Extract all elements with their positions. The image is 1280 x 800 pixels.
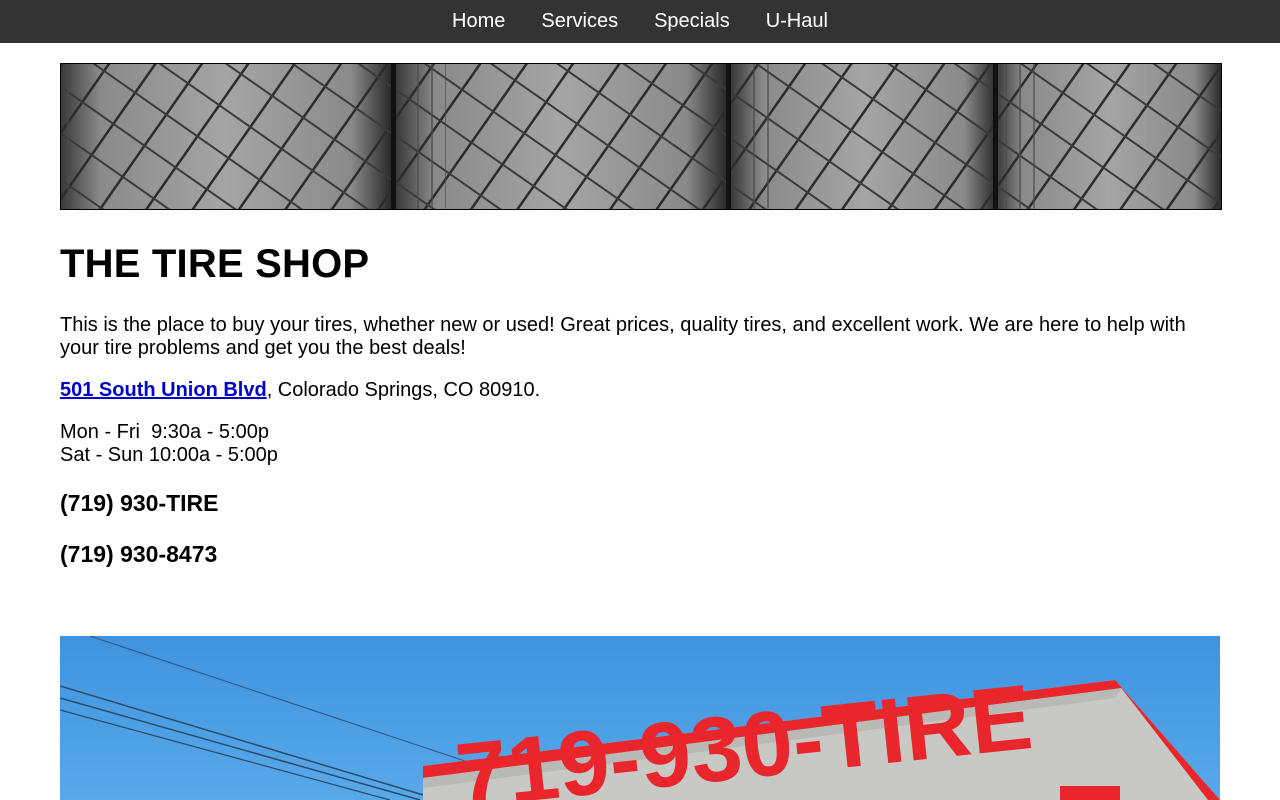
address-map-link[interactable]: 501 South Union Blvd (60, 379, 267, 401)
hours-weekend: Sat - Sun 10:00a - 5:00p (60, 444, 278, 466)
business-hours: Mon - Fri 9:30a - 5:00p Sat - Sun 10:00a… (60, 421, 1220, 467)
nav-home-link[interactable]: Home (434, 0, 523, 43)
nav-specials-link[interactable]: Specials (636, 0, 748, 43)
address-city-text: , Colorado Springs, CO 80910. (266, 379, 541, 401)
storefront-photo: 719-930-TIRE (60, 636, 1220, 800)
address-line: 501 South Union Blvd, Colorado Springs, … (60, 379, 1220, 402)
intro-paragraph: This is the place to buy your tires, whe… (60, 314, 1186, 359)
phone-number: (719) 930-8473 (60, 541, 218, 567)
top-navigation: Home Services Specials U-Haul (0, 0, 1280, 43)
page-title: THE TIRE SHOP (60, 242, 370, 286)
hours-weekday: Mon - Fri 9:30a - 5:00p (60, 421, 269, 443)
nav-uhaul-link[interactable]: U-Haul (748, 0, 846, 43)
main-content: THE TIRE SHOP This is the place to buy y… (60, 240, 1220, 568)
nav-services-link[interactable]: Services (523, 0, 636, 43)
tire-tread-banner-image (60, 63, 1222, 210)
phone-vanity: (719) 930-TIRE (60, 490, 219, 516)
